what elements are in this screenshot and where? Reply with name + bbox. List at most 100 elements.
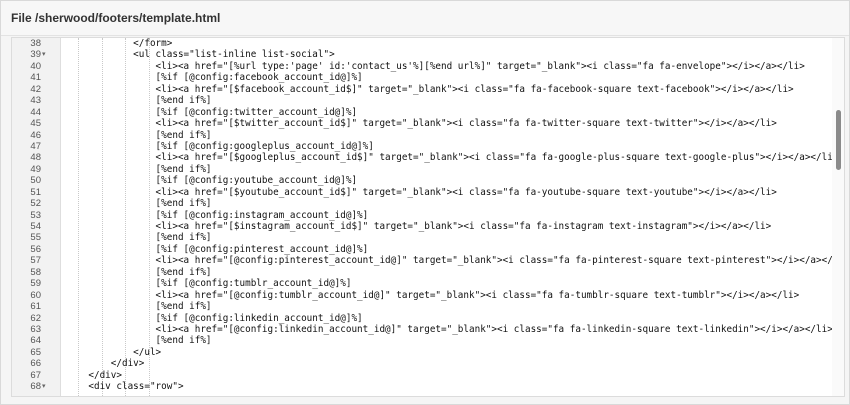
code-text: <li><a href="[@config:tumblr_account_id@…: [66, 289, 800, 301]
code-text: [%end if%]: [66, 129, 212, 141]
code-line[interactable]: 40 <li><a href="[%url type:'page' id:'co…: [12, 61, 830, 72]
line-number: 62: [30, 312, 41, 324]
code-text: [%end if%]: [66, 335, 212, 347]
line-number: 66: [30, 358, 41, 370]
code-line[interactable]: 68 ▾ <div class="row">: [12, 381, 830, 392]
code-text: [%if [@config:linkedin_account_id@]%]: [66, 312, 363, 324]
code-text: <li><a href="[$facebook_account_id$]" ta…: [66, 83, 794, 95]
line-number: 68: [30, 381, 41, 393]
line-number: 46: [30, 129, 41, 141]
fold-caret-icon[interactable]: ▾: [42, 49, 50, 60]
code-line[interactable]: 52 [%end if%]: [12, 198, 830, 209]
code-editor[interactable]: 38 </form> 39 ▾ <ul class="list-inline lis…: [11, 37, 845, 397]
code-line[interactable]: 60 <li><a href="[@config:tumblr_account_…: [12, 290, 830, 301]
line-number: 65: [30, 346, 41, 358]
code-line[interactable]: 55 [%end if%]: [12, 232, 830, 243]
line-number: 58: [30, 266, 41, 278]
line-number: 54: [30, 221, 41, 232]
line-number: 49: [30, 163, 41, 175]
code-text: [%if [@config:instagram_account_id@]%]: [66, 209, 369, 221]
line-number: 57: [30, 255, 41, 267]
code-line[interactable]: 66 </div>: [12, 358, 830, 369]
code-text: <li><a href="[$googleplus_account_id$]" …: [66, 152, 839, 164]
vertical-scrollbar[interactable]: [832, 38, 844, 396]
line-number: 60: [30, 289, 41, 301]
fold-caret-icon[interactable]: ▾: [42, 381, 50, 392]
code-line[interactable]: 39 ▾ <ul class="list-inline list-social">: [12, 49, 830, 60]
line-number: 64: [30, 335, 41, 347]
line-number: 55: [30, 232, 41, 244]
code-text: [%end if%]: [66, 163, 212, 175]
file-editor-panel: File /sherwood/footers/template.html 38 …: [0, 0, 850, 405]
code-text: <li><a href="[@config:linkedin_account_i…: [66, 323, 833, 335]
code-line[interactable]: 56 [%if [@config:pinterest_account_id@]%…: [12, 244, 830, 255]
code-text: [%end if%]: [66, 301, 212, 313]
code-text: <div class="row">: [66, 381, 184, 393]
line-number: 48: [30, 152, 41, 164]
code-line[interactable]: 50 [%if [@config:youtube_account_id@]%]: [12, 175, 830, 186]
line-number: 43: [30, 95, 41, 107]
code-text: <li><a href="[@config:pinterest_account_…: [66, 255, 845, 267]
code-line[interactable]: 65 </ul>: [12, 347, 830, 358]
code-line[interactable]: 59 [%if [@config:tumblr_account_id@]%]: [12, 278, 830, 289]
line-number: 47: [30, 140, 41, 152]
scrollbar-thumb[interactable]: [836, 110, 841, 170]
code-text: [%if [@config:twitter_account_id@]%]: [66, 106, 358, 118]
code-text: [%if [@config:facebook_account_id@]%]: [66, 72, 363, 84]
line-number: 42: [30, 83, 41, 95]
code-text: [%end if%]: [66, 95, 212, 107]
code-text: <ul class="list-inline list-social">: [66, 49, 335, 61]
code-line[interactable]: 45 <li><a href="[$twitter_account_id$]" …: [12, 118, 830, 129]
code-text: </form>: [66, 38, 173, 49]
code-text: <li><a href="[$youtube_account_id$]" tar…: [66, 186, 777, 198]
line-number: 45: [30, 118, 41, 130]
line-number: 67: [30, 369, 41, 381]
code-line[interactable]: 64 [%end if%]: [12, 335, 830, 346]
code-line[interactable]: 44 [%if [@config:twitter_account_id@]%]: [12, 107, 830, 118]
code-text: [%if [@config:pinterest_account_id@]%]: [66, 243, 369, 255]
code-line[interactable]: 62 [%if [@config:linkedin_account_id@]%]: [12, 313, 830, 324]
line-number: 56: [30, 243, 41, 255]
code-text: <li><a href="[%url type:'page' id:'conta…: [66, 60, 805, 72]
line-number: 61: [30, 301, 41, 313]
line-number: 44: [30, 106, 41, 118]
code-line[interactable]: 41 [%if [@config:facebook_account_id@]%]: [12, 72, 830, 83]
code-text: [%end if%]: [66, 232, 212, 244]
code-text: [%end if%]: [66, 266, 212, 278]
line-number: 52: [30, 198, 41, 210]
code-line[interactable]: 63 <li><a href="[@config:linkedin_accoun…: [12, 323, 833, 335]
line-number: 40: [30, 60, 41, 72]
line-number: 38: [30, 38, 41, 49]
code-line[interactable]: 54 <li><a href="[$instagram_account_id$]…: [12, 221, 830, 232]
code-text: [%if [@config:tumblr_account_id@]%]: [66, 278, 352, 290]
code-line[interactable]: 51 <li><a href="[$youtube_account_id$]" …: [12, 187, 830, 198]
code-text: </ul>: [66, 346, 162, 358]
code-line[interactable]: 43 [%end if%]: [12, 95, 830, 106]
file-path-title: File /sherwood/footers/template.html: [1, 1, 849, 36]
code-line[interactable]: 49 [%end if%]: [12, 164, 830, 175]
line-number: 51: [30, 186, 41, 198]
line-number: 41: [30, 72, 41, 84]
code-text: <li><a href="[$twitter_account_id$]" tar…: [66, 118, 777, 130]
code-line[interactable]: 67 </div>: [12, 370, 830, 381]
code-line[interactable]: 38 </form>: [12, 38, 830, 49]
code-line[interactable]: 61 [%end if%]: [12, 301, 830, 312]
code-text: [%if [@config:youtube_account_id@]%]: [66, 175, 358, 187]
code-line[interactable]: 57 <li><a href="[@config:pinterest_accou…: [12, 255, 844, 267]
code-line[interactable]: 42 <li><a href="[$facebook_account_id$]"…: [12, 84, 830, 95]
line-number: 59: [30, 278, 41, 290]
code-text: </div>: [66, 358, 145, 370]
code-line[interactable]: 47 [%if [@config:googleplus_account_id@]…: [12, 141, 830, 152]
code-text: [%if [@config:googleplus_account_id@]%]: [66, 140, 374, 152]
code-line[interactable]: 58 [%end if%]: [12, 267, 830, 278]
code-line[interactable]: 48 <li><a href="[$googleplus_account_id$…: [12, 152, 838, 164]
line-number: 50: [30, 175, 41, 187]
code-line[interactable]: 46 [%end if%]: [12, 130, 830, 141]
code-text: </div>: [66, 369, 122, 381]
line-number: 53: [30, 209, 41, 221]
code-lines: 38 </form> 39 ▾ <ul class="list-inline lis…: [12, 38, 844, 393]
code-line[interactable]: 53 [%if [@config:instagram_account_id@]%…: [12, 210, 830, 221]
line-number: 63: [30, 323, 41, 335]
line-number: 39: [30, 49, 41, 61]
code-text: <li><a href="[$instagram_account_id$]" t…: [66, 221, 772, 232]
